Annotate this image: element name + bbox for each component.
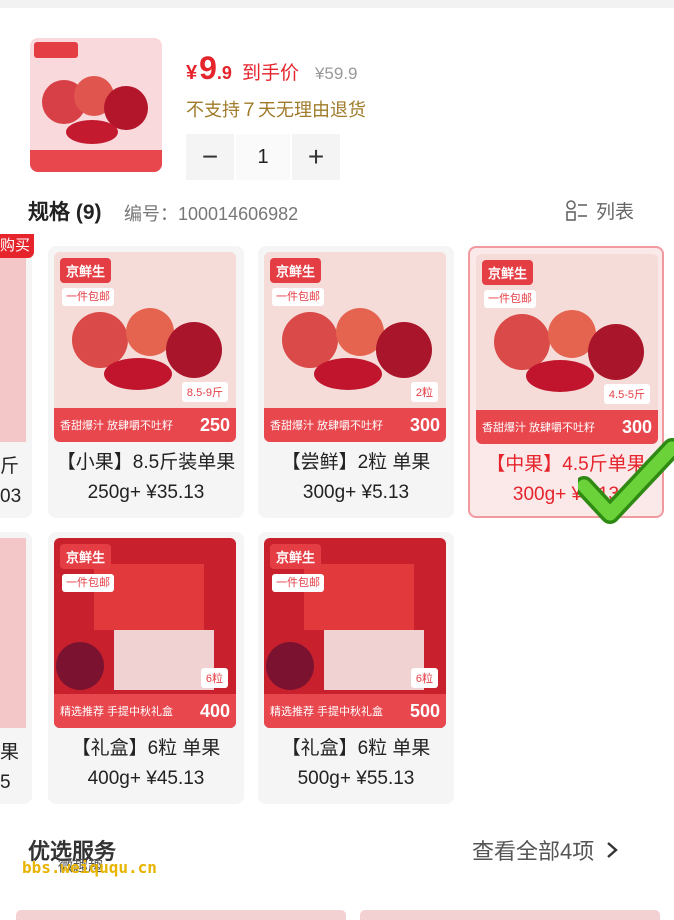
price-decimal: .9 [216,63,232,83]
view-all-label: 查看全部4项 [472,839,595,864]
spec-card-image: 京鲜生 一件包邮 8.5-9斤 香甜爆汁 放肆嚼不吐籽 250 [54,252,236,442]
price-currency: ¥ [186,62,198,84]
bottom-strip [0,896,674,920]
price-tag: 到手价 [241,63,299,84]
partial-card-label: 果 5 [0,742,20,793]
image-tagline: 精选推荐 手提中秋礼盒 400 [54,694,236,728]
weight-badge: 6粒 [410,668,438,688]
spec-title: 规格 (9) [28,201,102,224]
list-icon [566,199,587,221]
list-view-toggle[interactable]: 列表 [566,197,634,224]
spec-card-label: 【礼盒】6粒 单果500g+ ¥55.13 [281,738,431,789]
partial-card-image [0,252,26,442]
free-shipping-badge: 一件包邮 [484,290,536,308]
free-shipping-badge: 一件包邮 [62,574,114,592]
spec-card-label: 【礼盒】6粒 单果400g+ ¥45.13 [71,738,221,789]
spec-card-image: 京鲜生 一件包邮 6粒 精选推荐 手提中秋礼盒 400 [54,538,236,728]
list-label: 列表 [596,202,635,223]
check-icon [578,438,674,524]
quantity-stepper: − 1 + [186,134,340,180]
partial-card-label: 斤 03 [0,456,22,507]
plus-button[interactable]: + [292,134,340,180]
view-all-services-link[interactable]: 查看全部4项 [472,834,619,866]
partial-card-image [0,538,26,728]
spec-card-image: 京鲜生 一件包邮 4.5-5斤 香甜爆汁 放肆嚼不吐籽 300 [476,254,658,444]
spec-card-label: 【小果】8.5斤装单果250g+ ¥35.13 [56,452,236,503]
weight-badge: 4.5-5斤 [603,384,650,404]
top-divider [0,0,674,8]
chevron-right-icon [607,842,619,858]
free-shipping-badge: 一件包邮 [272,288,324,306]
weight-badge: 2粒 [410,382,438,402]
spec-card[interactable]: 京鲜生 一件包邮 2粒 香甜爆汁 放肆嚼不吐籽 300 【尝鲜】2粒 单果300g… [258,246,454,518]
buy-badge: 购买 [0,234,34,258]
brand-badge: 京鲜生 [60,258,112,283]
minus-button[interactable]: − [186,134,234,180]
free-shipping-badge: 一件包邮 [62,288,114,306]
brand-badge: 京鲜生 [270,544,322,569]
partial-card[interactable]: 果 5 [0,532,32,804]
spec-card[interactable]: 京鲜生 一件包邮 6粒 精选推荐 手提中秋礼盒 500 【礼盒】6粒 单果500g… [258,532,454,804]
brand-badge: 京鲜生 [270,258,322,283]
quantity-value[interactable]: 1 [236,134,290,180]
free-shipping-badge: 一件包邮 [272,574,324,592]
spec-card[interactable]: 京鲜生 一件包邮 8.5-9斤 香甜爆汁 放肆嚼不吐籽 250 【小果】8.5斤装… [48,246,244,518]
spec-card-label: 【尝鲜】2粒 单果300g+ ¥5.13 [281,452,431,503]
price-row: ¥ 9 .9 到手价 ¥59.9 [186,50,358,86]
weight-badge: 8.5-9斤 [181,382,228,402]
bottom-button[interactable] [16,910,346,920]
spec-card[interactable]: 京鲜生 一件包邮 6粒 精选推荐 手提中秋礼盒 400 【礼盒】6粒 单果400g… [48,532,244,804]
brand-badge: 京鲜生 [60,544,112,569]
product-thumbnail[interactable] [30,38,162,172]
image-tagline: 香甜爆汁 放肆嚼不吐籽 300 [264,408,446,442]
spec-card-image: 京鲜生 一件包邮 2粒 香甜爆汁 放肆嚼不吐籽 300 [264,252,446,442]
image-tagline: 香甜爆汁 放肆嚼不吐籽 250 [54,408,236,442]
watermark-text: bbs.weiququ.cn [22,858,157,877]
partial-card[interactable]: 斤 03 [0,246,32,518]
spec-code: 编号：100014606982 [124,204,299,224]
return-policy-note: 不支持７天无理由退货 [186,100,366,120]
bottom-button[interactable] [360,910,660,920]
original-price: ¥59.9 [314,64,358,83]
price-integer: 9 [199,50,217,86]
spec-card-image: 京鲜生 一件包邮 6粒 精选推荐 手提中秋礼盒 500 [264,538,446,728]
image-tagline: 精选推荐 手提中秋礼盒 500 [264,694,446,728]
brand-badge: 京鲜生 [482,260,534,285]
weight-badge: 6粒 [200,668,228,688]
